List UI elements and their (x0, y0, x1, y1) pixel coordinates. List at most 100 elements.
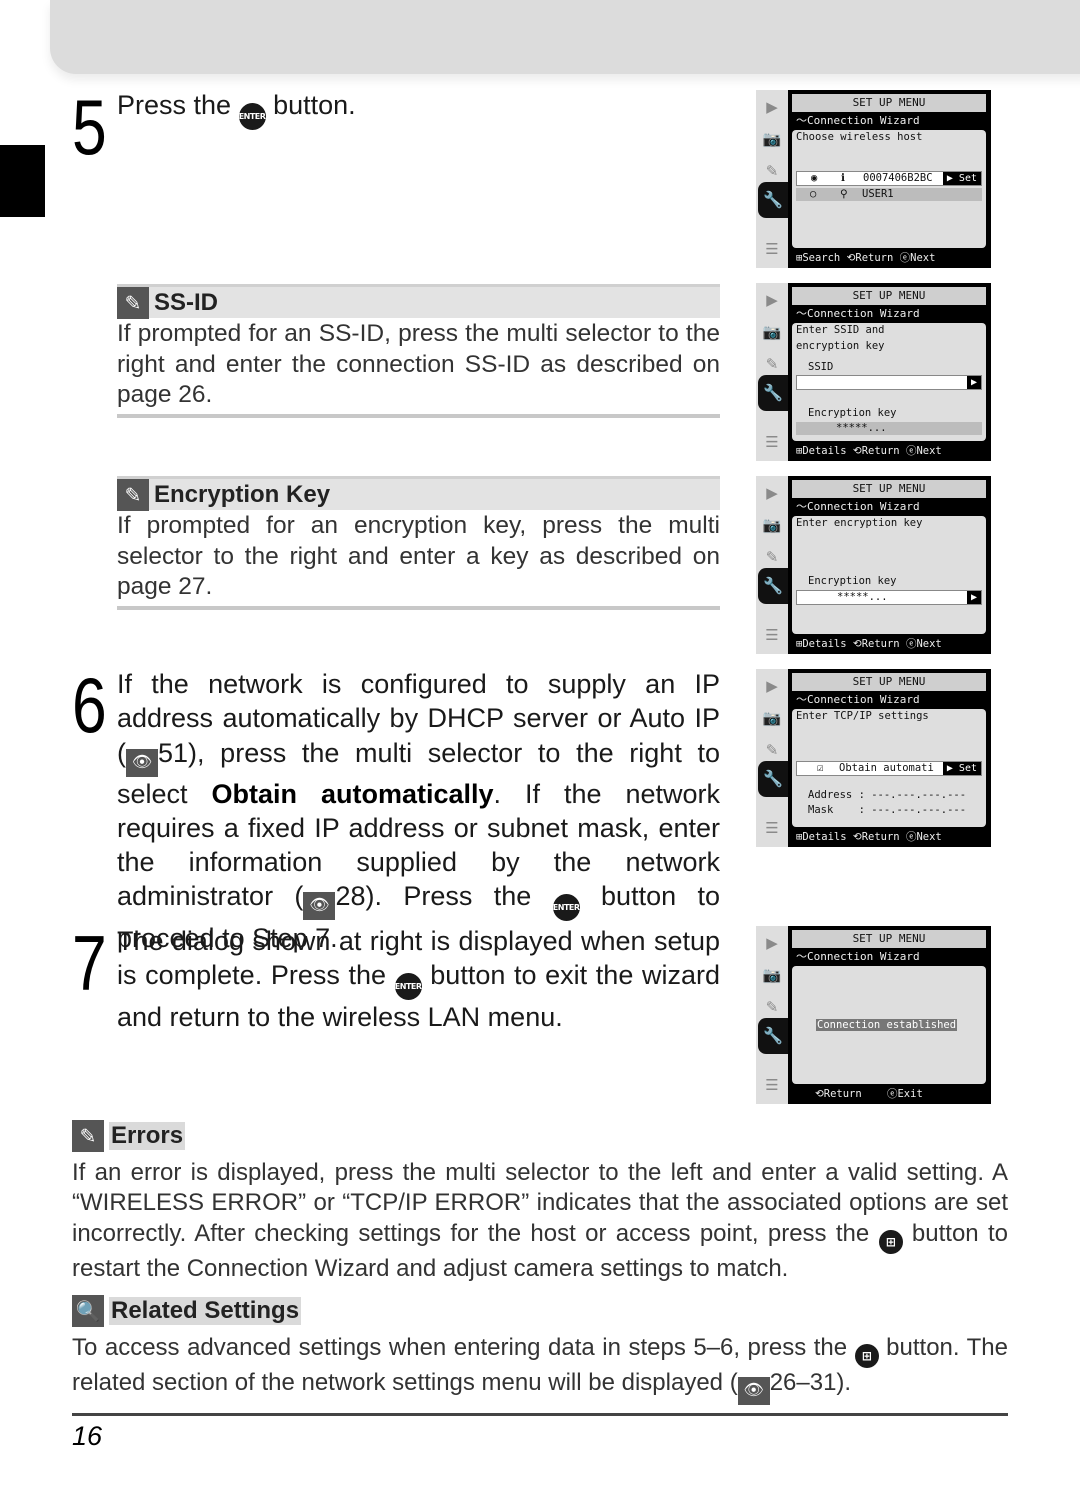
connection-established-text: Connection established (816, 1019, 958, 1031)
related-text-part: 26–31). (769, 1369, 852, 1396)
playback-menu-icon: ▶ (766, 98, 778, 116)
radio-selected-icon: ◉ (811, 172, 818, 184)
shooting-menu-icon: 📷 (762, 966, 782, 984)
lcd-wizard-title: 〜Connection Wizard (796, 500, 920, 513)
pencil-note-icon: ✎ (117, 478, 149, 511)
lcd-menu-title: SET UP MENU (792, 287, 986, 305)
lcd-prompt: Choose wireless host (796, 131, 923, 143)
setup-menu-icon: 🔧 (758, 375, 788, 411)
playback-menu-icon: ▶ (766, 677, 778, 695)
edit-arrow: ▶ (966, 376, 981, 389)
encryption-key-field: *****... (796, 422, 982, 435)
recent-settings-icon: ☰ (765, 433, 779, 451)
menu-rail: ▶ 📷 ✎ 🔧 ☰ (756, 926, 788, 1104)
lcd-panel: Enter SSID and encryption key SSID ▶ Enc… (792, 323, 986, 441)
lcd-prompt: Enter SSID and (796, 324, 885, 336)
recent-settings-icon: ☰ (765, 626, 779, 644)
mask-row: Mask : ---.---.---.--- (808, 804, 967, 816)
lcd-enter-ssid: ▶ 📷 ✎ 🔧 ☰ SET UP MENU 〜Connection Wizard… (756, 283, 991, 461)
step-5-text: Press the ENTER button. (117, 88, 717, 130)
access-point-icon: ℹ (841, 172, 845, 184)
multi-selector-button-icon: ⊞ (878, 1229, 903, 1254)
lcd-connection-established: ▶ 📷 ✎ 🔧 ☰ SET UP MENU 〜Connection Wizard… (756, 926, 991, 1104)
ssid-label: SSID (808, 361, 834, 373)
note-encryption-key: ✎ Encryption Key If prompted for an encr… (117, 476, 720, 610)
note-encryption-body: If prompted for an encryption key, press… (117, 512, 720, 600)
menu-rail: ▶ 📷 ✎ 🔧 ☰ (756, 476, 788, 654)
menu-rail: ▶ 📷 ✎ 🔧 ☰ (756, 90, 788, 268)
lcd-enter-encryption-key: ▶ 📷 ✎ 🔧 ☰ SET UP MENU 〜Connection Wizard… (756, 476, 991, 654)
setup-menu-icon: 🔧 (758, 568, 788, 604)
recent-settings-icon: ☰ (765, 240, 779, 258)
recent-settings-icon: ☰ (765, 1076, 779, 1094)
lcd-footer: ⟲Return ⓔExit (796, 1088, 923, 1100)
lcd-menu-title: SET UP MENU (792, 94, 986, 112)
checkbox-checked-icon: ☑ (817, 762, 824, 774)
obtain-automatically-label: Obtain automatically (211, 778, 494, 809)
radio-unselected-icon: ○ (810, 188, 817, 200)
lcd-footer: ⊞Details ⟲Return ⓔNext (796, 638, 942, 650)
errors-heading: ✎ Errors (72, 1120, 186, 1152)
lcd-panel: Enter encryption key Encryption key ****… (792, 516, 986, 634)
playback-menu-icon: ▶ (766, 484, 778, 502)
related-settings-heading: 🔍 Related Settings (72, 1295, 302, 1327)
related-settings-title: Related Settings (109, 1297, 302, 1325)
option-label: Obtain automati (839, 762, 934, 774)
step-5-number: 5 (72, 83, 107, 171)
lcd-menu-title: SET UP MENU (792, 673, 986, 691)
lcd-panel: Choose wireless host ◉ ℹ 0007406B2BC ▶ S… (792, 130, 986, 248)
enter-button-icon: ENTER (394, 973, 422, 1001)
note-ssid-title: SS-ID (154, 288, 219, 316)
enter-button-icon: ENTER (238, 103, 266, 130)
host-label: USER1 (862, 188, 894, 200)
lcd-wizard-title: 〜Connection Wizard (796, 307, 920, 320)
encryption-key-value: *****... (836, 422, 887, 434)
setup-menu-icon: 🔧 (758, 182, 788, 218)
step-6-number: 6 (72, 661, 107, 749)
shooting-menu-icon: 📷 (762, 516, 782, 534)
menu-rail: ▶ 📷 ✎ 🔧 ☰ (756, 669, 788, 847)
ssid-field: ▶ (796, 375, 982, 390)
step-7-number: 7 (72, 919, 107, 1007)
page-number: 16 (72, 1421, 103, 1451)
page-header-band (50, 0, 1080, 74)
menu-rail: ▶ 📷 ✎ 🔧 ☰ (756, 283, 788, 461)
page-reference-icon: 👁 (126, 748, 158, 777)
chapter-thumb-tab (0, 145, 45, 217)
pencil-note-icon: ✎ (117, 286, 149, 319)
computer-icon: ⚲ (840, 188, 848, 200)
errors-body: If an error is displayed, press the mult… (72, 1158, 1008, 1284)
enter-button-icon: ENTER (552, 894, 580, 922)
custom-settings-icon: ✎ (765, 162, 779, 180)
lcd-wizard-title: 〜Connection Wizard (796, 114, 920, 127)
custom-settings-icon: ✎ (765, 355, 779, 373)
lcd-tcpip-settings: ▶ 📷 ✎ 🔧 ☰ SET UP MENU 〜Connection Wizard… (756, 669, 991, 847)
note-ssid-body: If prompted for an SS-ID, press the mult… (117, 320, 720, 408)
lcd-footer: ⊞Search ⟲Return ⓔNext (796, 252, 936, 264)
set-arrow: ▶ Set (942, 172, 981, 185)
note-ssid: ✎ SS-ID If prompted for an SS-ID, press … (117, 284, 720, 418)
errors-text-part: If an error is displayed, press the mult… (72, 1159, 1008, 1247)
shooting-menu-icon: 📷 (762, 130, 782, 148)
pencil-note-icon: ✎ (72, 1120, 104, 1152)
encryption-key-label: Encryption key (808, 407, 897, 419)
errors-title: Errors (109, 1122, 186, 1150)
recent-settings-icon: ☰ (765, 819, 779, 837)
host-label: 0007406B2BC (863, 172, 933, 184)
related-settings-body: To access advanced settings when enterin… (72, 1333, 1008, 1405)
encryption-key-label: Encryption key (808, 575, 897, 587)
lcd-footer: ⊞Details ⟲Return ⓔNext (796, 445, 942, 457)
setup-menu-icon: 🔧 (758, 1018, 788, 1054)
related-text-part: To access advanced settings when enterin… (72, 1334, 855, 1361)
playback-menu-icon: ▶ (766, 934, 778, 952)
setup-menu-icon: 🔧 (758, 761, 788, 797)
step-6-text-part: 28). Press the (335, 881, 553, 912)
lcd-choose-wireless-host: ▶ 📷 ✎ 🔧 ☰ SET UP MENU 〜Connection Wizard… (756, 90, 991, 268)
lcd-prompt: Enter encryption key (796, 517, 923, 529)
lcd-prompt: encryption key (796, 340, 885, 352)
lcd-wizard-title: 〜Connection Wizard (796, 693, 920, 706)
lcd-panel: Connection established (792, 966, 986, 1084)
playback-menu-icon: ▶ (766, 291, 778, 309)
host-row-selected: ◉ ℹ 0007406B2BC ▶ Set (796, 171, 982, 186)
host-row: ○ ⚲ USER1 (796, 188, 982, 201)
